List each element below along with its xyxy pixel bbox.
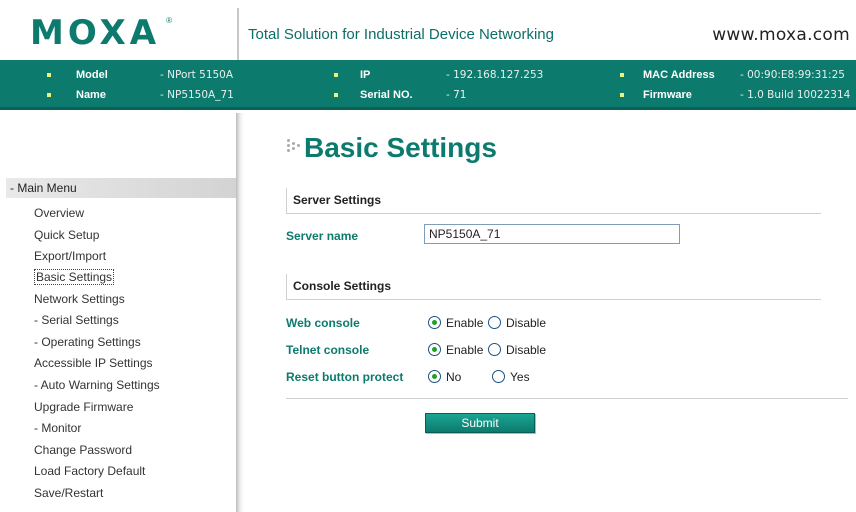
menu-item-label: Quick Setup	[34, 228, 100, 242]
telnet-console-radio-group: Enable Disable	[428, 342, 568, 358]
menu-item-label: - Monitor	[34, 421, 82, 435]
website-link[interactable]: www.moxa.com	[712, 25, 850, 45]
menu-item-label: Basic Settings	[34, 269, 115, 285]
menu-item-label: - Serial Settings	[34, 313, 119, 327]
web-console-disable-radio[interactable]	[488, 316, 501, 329]
menu-item-save-restart[interactable]: Save/Restart	[34, 484, 103, 502]
menu-item-serial-settings[interactable]: - Serial Settings	[34, 311, 119, 329]
menu-item-label: Network Settings	[34, 292, 125, 306]
web-console-enable-radio[interactable]	[428, 316, 441, 329]
web-console-label: Web console	[286, 316, 360, 330]
reset-button-protect-label: Reset button protect	[286, 370, 404, 384]
registered-mark: ®	[166, 16, 173, 25]
menu-item-label: Load Factory Default	[34, 464, 146, 478]
slogan: Total Solution for Industrial Device Net…	[248, 26, 554, 43]
menu-item-quick-setup[interactable]: Quick Setup	[34, 226, 99, 244]
menu-item-label: Accessible IP Settings	[34, 356, 153, 370]
menu-item-label: Upgrade Firmware	[34, 400, 134, 414]
device-info-bar: Model - NPort 5150A Name - NP5150A_71 IP…	[0, 60, 856, 110]
menu-item-label: Overview	[34, 206, 85, 220]
bullet-icon	[620, 93, 624, 97]
menu-item-monitor[interactable]: - Monitor	[34, 419, 81, 437]
menu-item-network-settings[interactable]: Network Settings	[34, 290, 125, 308]
server-name-label: Server name	[286, 229, 359, 243]
reset-protect-radio-group: No Yes	[428, 369, 568, 385]
info-firmware: Firmware - 1.0 Build 10022314	[0, 87, 856, 103]
bullet-icon	[620, 73, 624, 77]
sidebar-divider	[236, 113, 244, 512]
enable-label: Enable	[446, 316, 484, 330]
no-label: No	[446, 370, 462, 384]
menu-item-label: Export/Import	[34, 249, 107, 263]
enable-label: Enable	[446, 343, 484, 357]
menu-item-accessible-ip[interactable]: Accessible IP Settings	[34, 354, 153, 372]
menu-item-label: - Auto Warning Settings	[34, 378, 160, 392]
page-title-text: Basic Settings	[304, 132, 497, 163]
form-divider	[286, 398, 848, 399]
menu-item-operating-settings[interactable]: - Operating Settings	[34, 333, 141, 351]
menu-item-auto-warning[interactable]: - Auto Warning Settings	[34, 376, 160, 394]
telnet-console-label: Telnet console	[286, 343, 370, 357]
mac-value: - 00:90:E8:99:31:25	[740, 69, 845, 81]
header-divider	[237, 8, 239, 60]
mac-label: MAC Address	[643, 69, 715, 81]
menu-item-export-import[interactable]: Export/Import	[34, 247, 106, 265]
submit-button[interactable]: Submit	[425, 413, 535, 433]
menu-item-label: Change Password	[34, 443, 133, 457]
sidebar: - Main Menu Overview Quick Setup Export/…	[0, 113, 240, 512]
menu-item-load-factory-default[interactable]: Load Factory Default	[34, 462, 145, 480]
reset-protect-yes-radio[interactable]	[492, 370, 505, 383]
menu-item-upgrade-firmware[interactable]: Upgrade Firmware	[34, 398, 133, 416]
menu-item-overview[interactable]: Overview	[34, 204, 84, 222]
console-settings-header: Console Settings	[286, 274, 821, 300]
web-console-radio-group: Enable Disable	[428, 315, 568, 331]
menu-item-change-password[interactable]: Change Password	[34, 441, 132, 459]
menu-item-label: - Operating Settings	[34, 335, 141, 349]
menu-item-label: Save/Restart	[34, 486, 104, 500]
firmware-label: Firmware	[643, 89, 692, 101]
disable-label: Disable	[506, 316, 547, 330]
telnet-console-disable-radio[interactable]	[488, 343, 501, 356]
moxa-logo: MOXA ®	[30, 16, 172, 50]
menu-item-basic-settings[interactable]: Basic Settings	[34, 268, 115, 286]
server-name-input[interactable]	[424, 224, 680, 244]
firmware-value: - 1.0 Build 10022314	[740, 89, 851, 101]
server-settings-header: Server Settings	[286, 188, 821, 214]
reset-protect-no-radio[interactable]	[428, 370, 441, 383]
yes-label: Yes	[510, 370, 530, 384]
disable-label: Disable	[506, 343, 547, 357]
telnet-console-enable-radio[interactable]	[428, 343, 441, 356]
logo-text: MOXA	[30, 13, 161, 53]
info-mac: MAC Address - 00:90:E8:99:31:25	[0, 67, 856, 83]
main-menu-header[interactable]: - Main Menu	[6, 178, 236, 198]
page-title: Basic Settings	[290, 132, 497, 164]
